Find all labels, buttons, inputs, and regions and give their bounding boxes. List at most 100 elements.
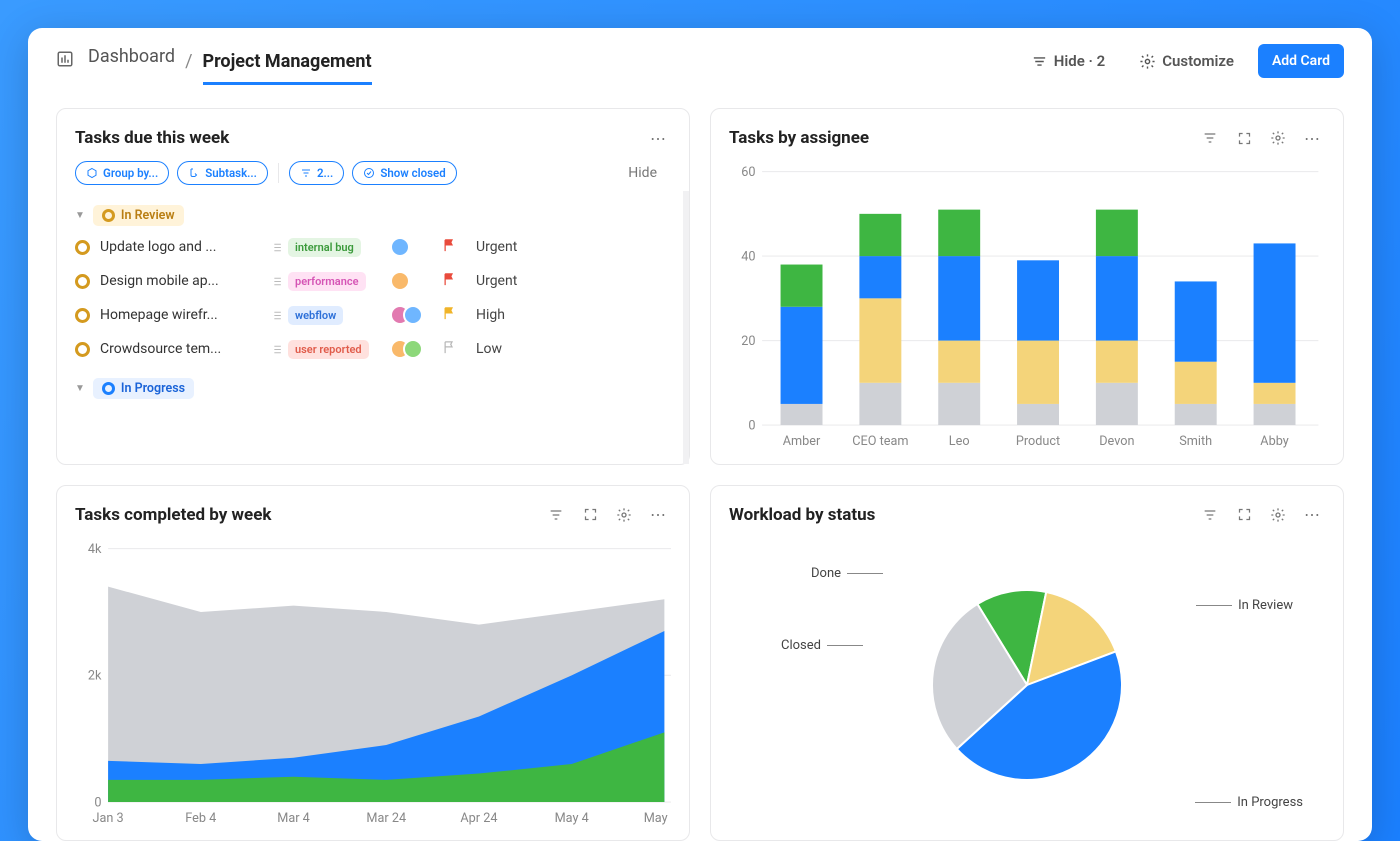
- priority-flag-icon[interactable]: [442, 238, 466, 257]
- more-icon[interactable]: ⋯: [645, 502, 671, 528]
- task-title: Update logo and ...: [100, 239, 260, 255]
- breadcrumb: Dashboard / Project Management: [88, 46, 372, 77]
- task-list: ▼ In Review Update logo and ... internal…: [57, 191, 689, 464]
- svg-text:Product: Product: [1016, 434, 1060, 449]
- avatar[interactable]: [390, 237, 410, 257]
- task-tag[interactable]: webflow: [288, 306, 343, 325]
- card-title: Tasks due this week: [75, 128, 229, 148]
- status-ring-icon[interactable]: [75, 274, 90, 289]
- expand-icon[interactable]: [577, 502, 603, 528]
- more-icon[interactable]: ⋯: [1299, 125, 1325, 151]
- dashboard-icon: [56, 50, 74, 72]
- svg-text:Jan 3: Jan 3: [93, 810, 124, 825]
- chip-subtasks[interactable]: Subtask...: [177, 161, 268, 185]
- dashboard-grid: Tasks due this week ⋯ Group by... Subtas…: [28, 86, 1372, 841]
- hide-link[interactable]: Hide: [628, 165, 671, 181]
- more-icon[interactable]: ⋯: [1299, 502, 1325, 528]
- breadcrumb-sep: /: [185, 51, 192, 72]
- avatar-stack[interactable]: [390, 339, 432, 359]
- svg-text:May 15: May 15: [644, 810, 671, 825]
- customize-button[interactable]: Customize: [1129, 46, 1244, 76]
- svg-text:Mar 4: Mar 4: [277, 810, 310, 825]
- avatar-stack[interactable]: [390, 271, 432, 291]
- card-tasks-completed: Tasks completed by week ⋯ 02k4kJan 3Feb …: [56, 485, 690, 841]
- svg-text:Devon: Devon: [1099, 434, 1134, 449]
- pie-label-done: Done: [811, 566, 883, 581]
- card-workload-by-status: Workload by status ⋯ Done In Review Clos…: [710, 485, 1344, 841]
- task-title: Design mobile ap...: [100, 273, 260, 289]
- customize-label: Customize: [1162, 52, 1234, 70]
- svg-text:Feb 4: Feb 4: [185, 810, 216, 825]
- area-chart: 02k4kJan 3Feb 4Mar 4Mar 24Apr 24May 4May…: [57, 538, 689, 841]
- card-title: Tasks completed by week: [75, 505, 272, 525]
- bar-chart: 0204060AmberCEO teamLeoProductDevonSmith…: [711, 161, 1343, 464]
- chip-row: Group by... Subtask... 2... Show closed …: [57, 161, 689, 191]
- pie-label-inreview: In Review: [1196, 598, 1293, 613]
- caret-down-icon[interactable]: ▼: [75, 383, 85, 394]
- avatar[interactable]: [390, 271, 410, 291]
- group-in-progress[interactable]: ▼ In Progress: [75, 372, 673, 403]
- pie-label-closed: Closed: [781, 638, 863, 653]
- task-row[interactable]: Update logo and ... internal bug Urgent: [75, 230, 673, 264]
- group-in-review[interactable]: ▼ In Review: [75, 199, 673, 230]
- svg-text:0: 0: [748, 418, 755, 433]
- chip-filter[interactable]: 2...: [289, 161, 344, 185]
- gear-icon[interactable]: [1265, 125, 1291, 151]
- card-title: Tasks by assignee: [729, 128, 869, 148]
- priority-label: Low: [476, 341, 502, 357]
- svg-text:20: 20: [741, 334, 755, 349]
- task-title: Homepage wirefr...: [100, 307, 260, 323]
- gear-icon[interactable]: [611, 502, 637, 528]
- svg-text:CEO team: CEO team: [852, 434, 908, 449]
- task-tag[interactable]: performance: [288, 272, 366, 291]
- status-ring-icon[interactable]: [75, 240, 90, 255]
- priority-flag-icon[interactable]: [442, 306, 466, 325]
- hide-columns-button[interactable]: Hide · 2: [1021, 46, 1115, 76]
- pie-label-inprogress: In Progress: [1195, 795, 1303, 810]
- expand-icon[interactable]: [1231, 125, 1257, 151]
- task-tag[interactable]: user reported: [288, 340, 369, 359]
- breadcrumb-root[interactable]: Dashboard: [88, 46, 175, 77]
- svg-text:Mar 24: Mar 24: [366, 810, 406, 825]
- svg-text:4k: 4k: [88, 542, 102, 557]
- filter-icon[interactable]: [1197, 502, 1223, 528]
- svg-text:Leo: Leo: [949, 434, 970, 449]
- status-ring-icon[interactable]: [75, 308, 90, 323]
- filter-icon[interactable]: [1197, 125, 1223, 151]
- svg-text:May 4: May 4: [555, 810, 589, 825]
- svg-text:Smith: Smith: [1179, 434, 1212, 449]
- more-icon[interactable]: ⋯: [645, 125, 671, 151]
- svg-text:60: 60: [741, 165, 755, 180]
- chip-group-by[interactable]: Group by...: [75, 161, 169, 185]
- avatar[interactable]: [403, 339, 423, 359]
- priority-flag-icon[interactable]: [442, 272, 466, 291]
- caret-down-icon[interactable]: ▼: [75, 210, 85, 221]
- app-window: Dashboard / Project Management Hide · 2 …: [28, 28, 1372, 841]
- avatar-stack[interactable]: [390, 237, 432, 257]
- svg-text:0: 0: [94, 795, 101, 810]
- avatar[interactable]: [403, 305, 423, 325]
- status-ring-icon[interactable]: [75, 342, 90, 357]
- breadcrumb-current[interactable]: Project Management: [203, 51, 372, 85]
- task-title: Crowdsource tem...: [100, 341, 260, 357]
- topbar: Dashboard / Project Management Hide · 2 …: [28, 28, 1372, 86]
- task-row[interactable]: Homepage wirefr... webflow High: [75, 298, 673, 332]
- task-tag[interactable]: internal bug: [288, 238, 361, 257]
- avatar-stack[interactable]: [390, 305, 432, 325]
- priority-flag-icon[interactable]: [442, 340, 466, 359]
- priority-label: Urgent: [476, 273, 517, 289]
- svg-text:Abby: Abby: [1260, 434, 1288, 449]
- card-title: Workload by status: [729, 505, 875, 525]
- priority-label: Urgent: [476, 239, 517, 255]
- gear-icon[interactable]: [1265, 502, 1291, 528]
- hide-label: Hide · 2: [1054, 52, 1105, 70]
- card-tasks-by-assignee: Tasks by assignee ⋯ 0204060AmberCEO team…: [710, 108, 1344, 465]
- task-row[interactable]: Crowdsource tem... user reported Low: [75, 332, 673, 366]
- filter-icon[interactable]: [543, 502, 569, 528]
- chip-show-closed[interactable]: Show closed: [352, 161, 456, 185]
- expand-icon[interactable]: [1231, 502, 1257, 528]
- svg-text:Apr 24: Apr 24: [460, 810, 497, 825]
- task-row[interactable]: Design mobile ap... performance Urgent: [75, 264, 673, 298]
- add-card-button[interactable]: Add Card: [1258, 44, 1344, 78]
- svg-text:Amber: Amber: [783, 434, 821, 449]
